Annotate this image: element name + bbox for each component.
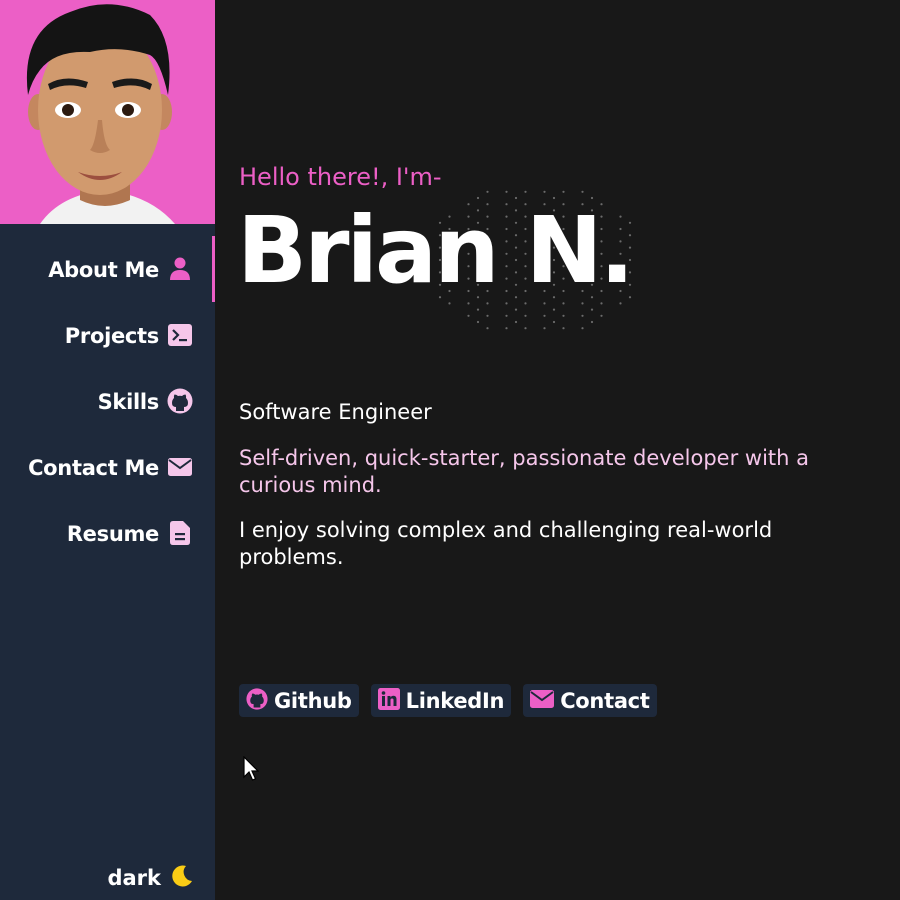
sidebar-item-label: Resume: [66, 522, 159, 546]
social-links: Github LinkedIn Contact: [239, 684, 657, 717]
theme-toggle[interactable]: dark: [107, 864, 193, 892]
avatar-portrait: [0, 0, 215, 224]
sidebar-item-label: About Me: [48, 258, 159, 282]
sidebar-item-label: Contact Me: [28, 456, 159, 480]
sidebar-item-label: Projects: [64, 324, 160, 348]
envelope-icon: [167, 434, 193, 480]
envelope-icon: [530, 689, 555, 712]
avatar: [0, 0, 215, 224]
github-link-button[interactable]: Github: [239, 684, 359, 717]
github-icon: [246, 687, 268, 714]
user-icon: [167, 236, 193, 282]
document-icon: [167, 500, 193, 546]
contact-link-label: Contact: [560, 688, 650, 713]
sidebar-item-resume[interactable]: Resume: [0, 500, 215, 566]
moon-icon: [169, 864, 193, 892]
job-role: Software Engineer: [239, 400, 432, 424]
sidebar-item-label: Skills: [97, 390, 160, 414]
tagline: Self-driven, quick-starter, passionate d…: [239, 446, 809, 497]
sidebar-item-skills[interactable]: Skills: [0, 368, 215, 434]
github-icon: [167, 368, 193, 414]
contact-link-button[interactable]: Contact: [523, 684, 657, 717]
sidebar-nav: About Me Projects Skills Contact Me Resu…: [0, 236, 215, 566]
linkedin-link-label: LinkedIn: [405, 688, 505, 713]
greeting: Hello there!, I'm-: [239, 163, 442, 191]
sidebar-item-contact-me[interactable]: Contact Me: [0, 434, 215, 500]
terminal-icon: [167, 302, 193, 348]
sidebar: About Me Projects Skills Contact Me Resu…: [0, 0, 215, 900]
linkedin-link-button[interactable]: LinkedIn: [370, 684, 512, 717]
linkedin-icon: [377, 687, 400, 714]
theme-toggle-label: dark: [107, 866, 161, 890]
page-title: Brian N.: [237, 197, 635, 304]
mouse-cursor-icon: [243, 755, 260, 786]
sidebar-item-projects[interactable]: Projects: [0, 302, 215, 368]
github-link-label: Github: [274, 688, 352, 713]
description: I enjoy solving complex and challenging …: [239, 518, 773, 569]
sidebar-item-about-me[interactable]: About Me: [0, 236, 215, 302]
